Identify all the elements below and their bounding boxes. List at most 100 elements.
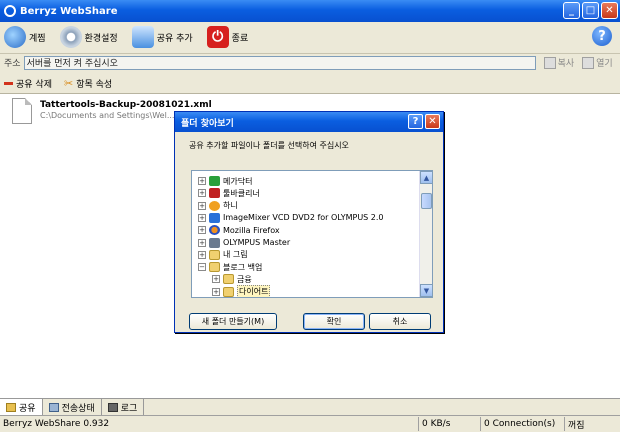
status-speed: 0 KB/s: [418, 417, 480, 431]
close-button[interactable]: ✕: [601, 2, 618, 19]
dialog-message: 공유 추가할 파일이나 폴더를 선택하여 주십시오: [189, 141, 349, 150]
tree-node-label: OLYMPUS Master: [223, 238, 291, 247]
program-icon: [209, 237, 220, 248]
cancel-button[interactable]: 취소: [369, 313, 431, 330]
expand-toggle-icon[interactable]: +: [198, 189, 206, 198]
folder-tree-items: + 메가닥터 + 툴바클리너 + 하니 + ImageMixer VCD DVD2 for O…: [192, 171, 419, 297]
exit-button[interactable]: ⏻ 종료: [206, 24, 249, 50]
expand-toggle-icon[interactable]: +: [198, 226, 206, 235]
add-share-button[interactable]: 공유 추가: [131, 24, 193, 50]
expand-toggle-icon[interactable]: +: [198, 201, 206, 210]
folder-icon: [209, 249, 220, 260]
tree-node-label: 메가닥터: [223, 176, 253, 186]
expand-toggle-icon[interactable]: +: [198, 238, 206, 247]
app-logo-icon: [4, 5, 16, 17]
program-icon: [209, 212, 220, 223]
transfer-icon: [48, 402, 59, 412]
scroll-down-arrow-icon[interactable]: ▼: [420, 284, 432, 297]
tab-transfer[interactable]: 전송상태: [43, 399, 102, 415]
power-icon: ⏻: [206, 26, 229, 48]
open-button[interactable]: 열기: [582, 56, 613, 69]
expand-toggle-icon[interactable]: +: [198, 213, 206, 222]
address-label: 주소: [4, 59, 21, 69]
tree-node[interactable]: + 다이어트: [212, 285, 271, 297]
new-folder-button[interactable]: 새 폴더 만들기(M): [189, 313, 277, 330]
magnifier-icon: [582, 56, 595, 69]
tree-node[interactable]: + 금융: [212, 273, 252, 285]
address-input[interactable]: [23, 55, 536, 70]
folder-icon: [209, 262, 220, 273]
action-bar: 공유 삭제 ✂ 항목 속성: [0, 74, 620, 92]
window-title: Berryz WebShare: [20, 5, 118, 17]
expand-toggle-icon[interactable]: +: [198, 250, 206, 259]
bottom-tabs: 공유 전송상태 로그: [0, 398, 620, 415]
tree-node-label: 블로그 백업: [223, 262, 263, 272]
tools-icon: ✂: [63, 76, 74, 90]
expand-toggle-icon[interactable]: +: [212, 287, 220, 296]
dialog-controls: ? ✕: [408, 114, 440, 129]
tab-share[interactable]: 공유: [0, 399, 43, 415]
exit-label: 종료: [231, 33, 249, 44]
dialog-title-bar[interactable]: 폴더 찾아보기 ? ✕: [175, 112, 443, 132]
scroll-up-arrow-icon[interactable]: ▲: [420, 171, 432, 184]
copy-label: 복사: [557, 59, 575, 69]
connect-button[interactable]: 계찜: [4, 24, 46, 50]
address-bar: 주소 복사 열기: [0, 53, 620, 71]
gear-icon: [59, 26, 82, 48]
copy-button[interactable]: 복사: [543, 56, 575, 69]
folder-browse-dialog: 폴더 찾아보기 ? ✕ 공유 추가할 파일이나 폴더를 선택하여 주십시오 + 메…: [174, 111, 444, 333]
connect-label: 계찜: [29, 33, 46, 44]
file-icon: [12, 98, 32, 124]
help-icon[interactable]: ?: [592, 26, 612, 46]
tree-node-label: 하니: [223, 201, 238, 211]
tree-node[interactable]: + 툴바클리너: [198, 187, 260, 199]
tab-log-label: 로그: [120, 403, 138, 414]
file-name: Tattertools-Backup-20081021.xml: [40, 100, 212, 110]
tree-node-label: Mozilla Firefox: [223, 225, 280, 235]
add-share-label: 공유 추가: [156, 33, 193, 44]
minimize-button[interactable]: _: [563, 2, 580, 19]
window-controls: _ □ ✕: [563, 2, 618, 19]
expand-toggle-icon[interactable]: −: [198, 263, 206, 272]
tree-node-label: 내 그림: [223, 250, 248, 260]
tree-node[interactable]: + Mozilla Firefox: [198, 224, 280, 236]
tab-log[interactable]: 로그: [102, 399, 145, 415]
tree-node-label: 다이어트: [237, 285, 271, 297]
tree-scrollbar[interactable]: ▲ ▼: [419, 171, 432, 297]
tree-node[interactable]: − 블로그 백업: [198, 261, 262, 273]
expand-toggle-icon[interactable]: +: [198, 177, 206, 185]
folder-icon: [223, 274, 234, 285]
program-icon: [209, 188, 220, 199]
tree-node[interactable]: + 내 그림: [198, 249, 248, 261]
tree-node-label: 금융: [237, 274, 252, 284]
item-properties-button[interactable]: ✂ 항목 속성: [64, 77, 112, 90]
folder-icon: [6, 402, 16, 412]
expand-toggle-icon[interactable]: +: [212, 275, 220, 284]
tree-node-label: ImageMixer VCD DVD2 for OLYMPUS 2.0: [223, 213, 384, 223]
tree-node[interactable]: + 하니: [198, 200, 238, 212]
program-icon: [209, 225, 220, 236]
scroll-thumb[interactable]: [421, 193, 432, 209]
tree-node-label: 툴바클리너: [223, 188, 260, 198]
copy-icon: [543, 56, 556, 69]
item-properties-label: 항목 속성: [76, 79, 113, 90]
minus-icon: [4, 81, 13, 85]
dialog-close-button[interactable]: ✕: [425, 114, 440, 129]
add-folder-icon: [131, 26, 154, 48]
status-version: Berryz WebShare 0.932: [3, 419, 110, 429]
ok-button[interactable]: 확인: [303, 313, 365, 330]
status-bar: Berryz WebShare 0.932 0 KB/s 0 Connectio…: [0, 415, 620, 432]
title-bar[interactable]: Berryz WebShare _ □ ✕: [0, 0, 620, 22]
dialog-help-button[interactable]: ?: [408, 114, 423, 129]
open-label: 열기: [596, 59, 613, 69]
maximize-button[interactable]: □: [582, 2, 599, 19]
tree-node[interactable]: + OLYMPUS Master: [198, 237, 290, 249]
tab-transfer-label: 전송상태: [61, 403, 95, 414]
tree-node[interactable]: + 메가닥터: [198, 175, 252, 187]
delete-share-label: 공유 삭제: [16, 79, 52, 90]
tree-node[interactable]: + ImageMixer VCD DVD2 for OLYMPUS 2.0: [198, 212, 384, 224]
settings-button[interactable]: 환경설정: [59, 24, 118, 50]
folder-tree[interactable]: + 메가닥터 + 툴바클리너 + 하니 + ImageMixer VCD DVD2 for O…: [191, 170, 433, 298]
delete-share-button[interactable]: 공유 삭제: [4, 77, 52, 90]
folder-icon: [223, 286, 234, 297]
